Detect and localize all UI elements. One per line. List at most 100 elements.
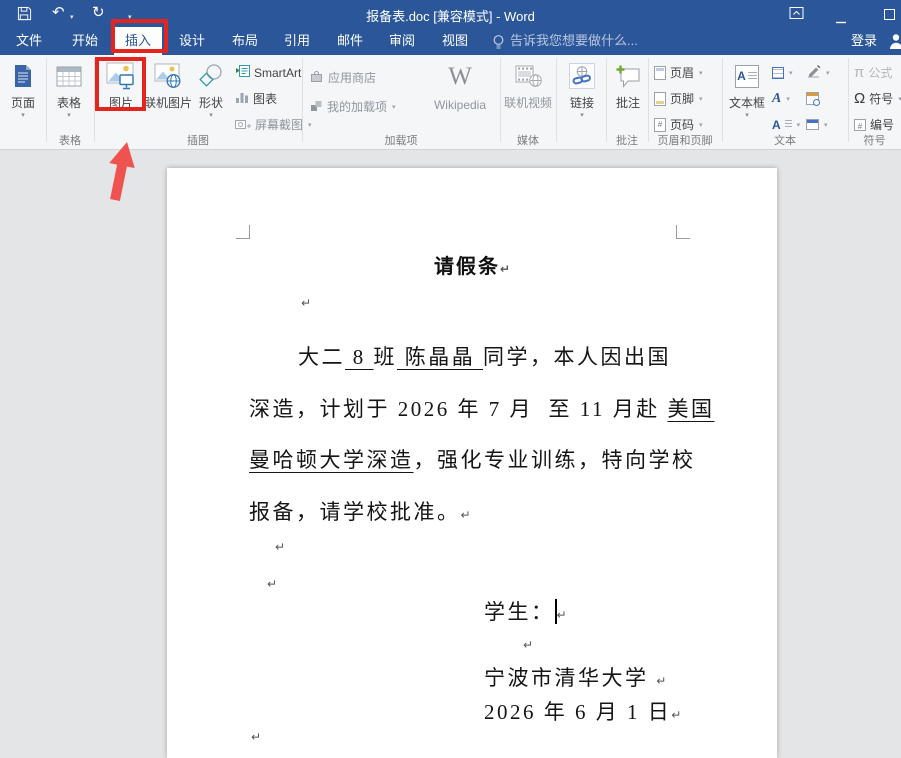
pi-icon: π	[854, 64, 864, 81]
group-separator	[606, 58, 607, 142]
text-run: 2026 年 6 月 1 日	[484, 700, 671, 724]
smartart-button[interactable]: SmartArt	[235, 61, 301, 84]
tab-review[interactable]: 审阅	[383, 27, 421, 55]
signature-line-button[interactable]: ▾	[806, 61, 830, 84]
tab-layout[interactable]: 布局	[226, 27, 264, 55]
tab-design[interactable]: 设计	[173, 27, 211, 55]
maximize-button[interactable]	[884, 8, 896, 26]
store-icon	[310, 70, 324, 86]
text-run: 宁波市清华大学	[484, 666, 656, 690]
wikipedia-button[interactable]: W Wikipedia	[426, 57, 494, 133]
shapes-button[interactable]: 形状 ▾	[190, 57, 232, 133]
chart-button[interactable]: 图表	[235, 87, 277, 110]
group-label-text: 文本	[722, 132, 848, 148]
chevron-down-icon: ▾	[392, 103, 396, 111]
date-line: 2026 年 6 月 1 日↵	[484, 696, 681, 726]
number-icon: #	[854, 119, 866, 131]
wordart-button[interactable]: A ▾	[772, 87, 790, 110]
pages-label: 页面	[11, 95, 35, 111]
quick-parts-icon	[772, 67, 784, 79]
online-video-label: 联机视频	[504, 95, 552, 111]
online-video-icon	[515, 57, 542, 95]
omega-icon: Ω	[854, 90, 865, 107]
wikipedia-label: Wikipedia	[434, 97, 486, 113]
shapes-icon	[198, 57, 224, 95]
text-run: 大二	[298, 345, 345, 369]
comment-label: 批注	[616, 95, 640, 111]
screenshot-icon	[235, 117, 251, 133]
signature-line: 学生：↵	[484, 596, 567, 626]
equation-button[interactable]: π 公式	[854, 61, 892, 84]
paragraph-mark: ↵	[671, 708, 681, 722]
body-line-1: 大二 8 班 陈晶晶 同学，本人因出国	[298, 341, 671, 371]
number-label: 编号	[870, 116, 894, 133]
store-label: 应用商店	[328, 69, 376, 86]
online-video-button[interactable]: 联机视频	[503, 57, 553, 133]
body-line-3: 曼哈顿大学深造，强化专业训练，特向学校	[249, 444, 696, 474]
link-button[interactable]: 链接 ▾	[560, 57, 604, 133]
chevron-down-icon: ▾	[67, 111, 71, 120]
store-button[interactable]: 应用商店	[310, 66, 376, 89]
table-label: 表格	[57, 95, 81, 111]
comment-button[interactable]: 批注	[608, 57, 648, 133]
my-addins-button[interactable]: 我的加载项 ▾	[310, 95, 396, 118]
tab-file[interactable]: 文件	[10, 27, 48, 55]
pages-button[interactable]: 页面 ▾	[2, 57, 44, 133]
tab-home[interactable]: 开始	[66, 27, 104, 55]
text-run-underlined: 美国	[667, 397, 714, 421]
textbox-button[interactable]: A 文本框 ▾	[725, 57, 769, 133]
text-run: 深造，计划于 2026 年 7 月 至 11 月赴	[249, 397, 667, 421]
annotation-box-picture-button	[95, 57, 146, 111]
object-icon	[806, 119, 819, 130]
symbol-label: 符号	[869, 90, 893, 107]
footer-button[interactable]: 页脚 ▾	[654, 87, 703, 110]
textbox-label: 文本框	[729, 95, 765, 111]
chevron-down-icon: ▾	[826, 69, 830, 77]
paragraph-mark: ↵	[656, 674, 666, 688]
document-page[interactable]: 请假条↵ ↵ 大二 8 班 陈晶晶 同学，本人因出国 深造，计划于 2026 年…	[167, 168, 777, 758]
tab-view[interactable]: 视图	[436, 27, 474, 55]
chevron-down-icon: ▾	[580, 111, 584, 120]
header-icon	[654, 66, 666, 80]
group-separator	[648, 58, 649, 142]
group-label-addins: 加载项	[302, 132, 500, 148]
group-separator	[848, 58, 849, 142]
tab-references[interactable]: 引用	[278, 27, 316, 55]
chevron-down-icon: ▾	[797, 121, 801, 129]
group-label-media: 媒体	[500, 132, 556, 148]
group-label-tables: 表格	[46, 132, 94, 148]
ribbon-display-options-icon[interactable]	[789, 5, 804, 26]
org-line: 宁波市清华大学 ↵	[484, 662, 666, 692]
paragraph-mark: ↵	[557, 608, 567, 622]
chevron-down-icon: ▾	[699, 121, 703, 129]
header-button[interactable]: 页眉 ▾	[654, 61, 703, 84]
footer-label: 页脚	[670, 90, 694, 107]
tell-me-box[interactable]: 告诉我您想要做什么...	[510, 27, 638, 55]
table-button[interactable]: 表格 ▾	[48, 57, 90, 133]
text-run: ，强化专业训练，特向学校	[414, 448, 696, 472]
comment-icon	[616, 57, 641, 95]
sign-in-link[interactable]: 登录	[851, 27, 877, 55]
group-separator	[500, 58, 501, 142]
my-addins-icon	[310, 99, 323, 115]
chevron-down-icon: ▾	[786, 95, 790, 103]
online-pictures-button[interactable]: 联机图片	[144, 57, 192, 133]
share-person-icon[interactable]	[889, 33, 901, 55]
page-number-label: 页码	[670, 116, 694, 133]
body-line-2: 深造，计划于 2026 年 7 月 至 11 月赴 美国	[249, 393, 714, 423]
text-run-underlined: 陈晶晶	[397, 345, 483, 369]
shapes-label: 形状	[199, 95, 223, 111]
equation-label: 公式	[868, 64, 892, 81]
chevron-down-icon: ▾	[789, 69, 793, 77]
table-icon	[56, 57, 82, 95]
textbox-icon: A	[735, 57, 759, 95]
chevron-down-icon: ▾	[699, 95, 703, 103]
date-time-button[interactable]	[806, 87, 819, 110]
chevron-down-icon: ▾	[308, 121, 312, 129]
lightbulb-icon	[492, 34, 505, 55]
tab-mailings[interactable]: 邮件	[331, 27, 369, 55]
quick-parts-button[interactable]: ▾	[772, 61, 793, 84]
symbol-button[interactable]: Ω 符号 ▾	[854, 87, 901, 110]
paragraph-mark: ↵	[275, 540, 285, 554]
chevron-down-icon: ▾	[21, 111, 25, 120]
